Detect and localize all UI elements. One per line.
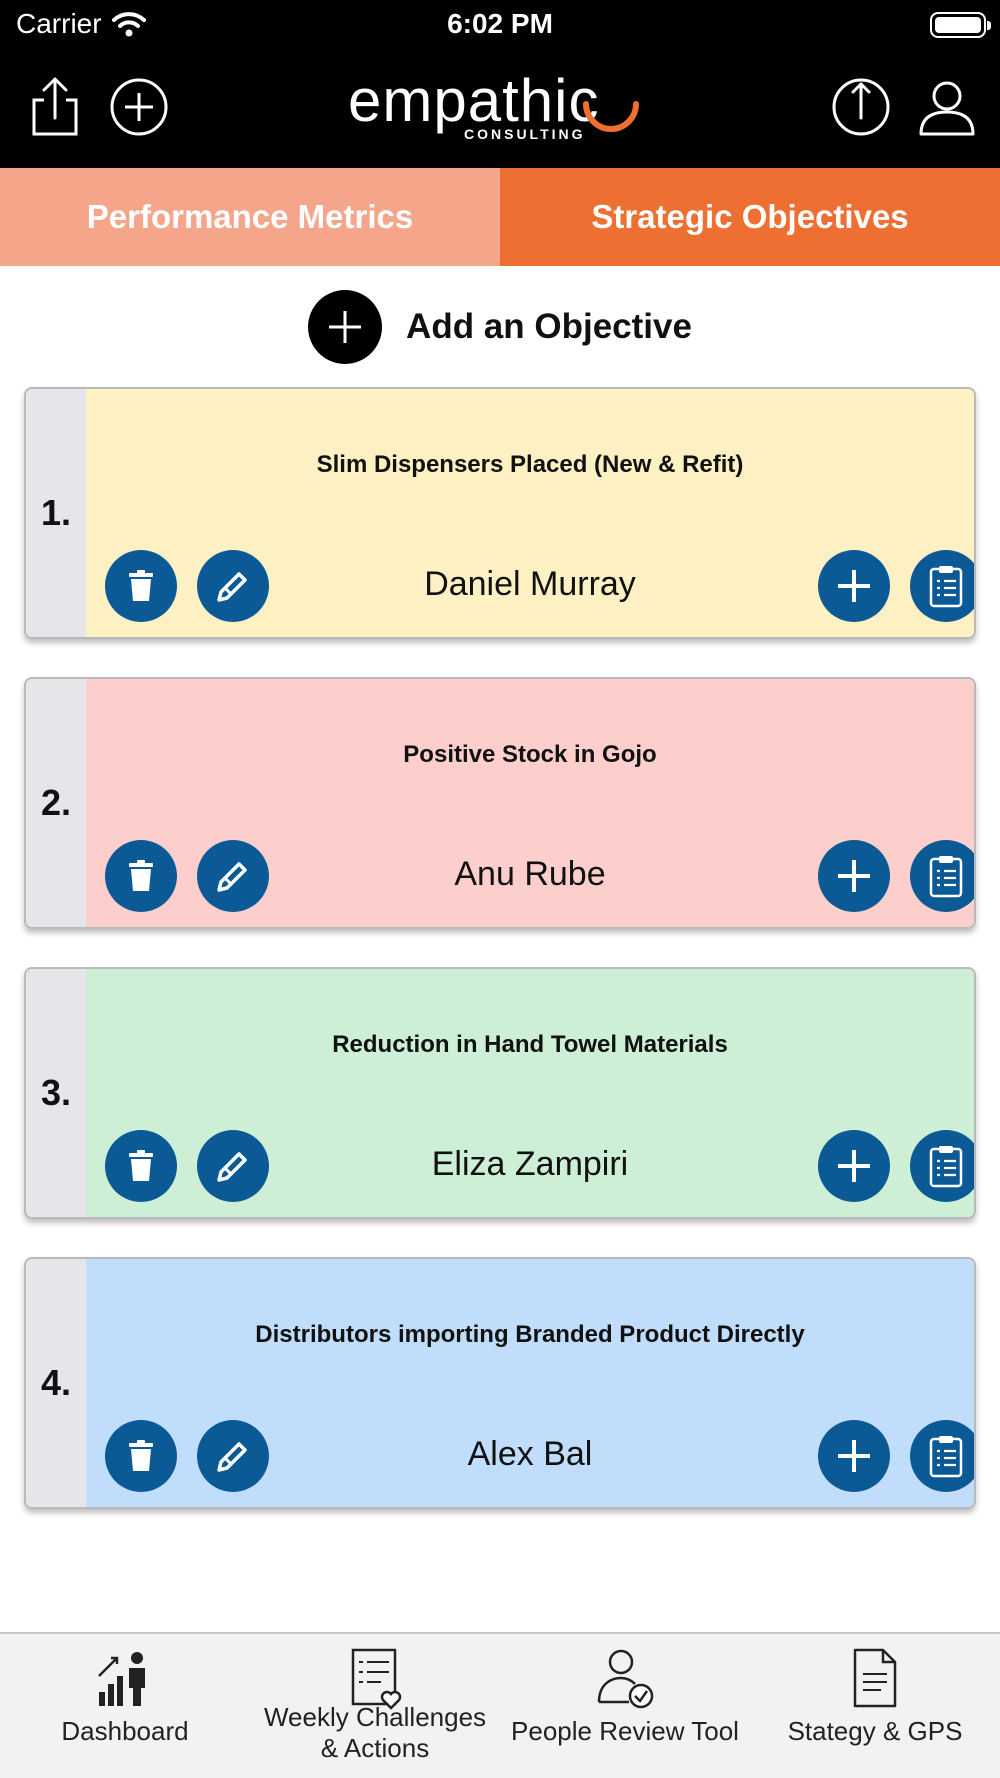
objective-body: Positive Stock in Gojo Anu Rube [86,679,974,927]
smile-icon [583,101,639,132]
add-objective-button[interactable]: Add an Objective [0,290,1000,364]
dashboard-icon [98,1652,145,1706]
status-bar: Carrier 6:02 PM [0,0,1000,50]
clipboard-icon [929,566,963,608]
objective-card: 2. Positive Stock in Gojo Anu Rube [24,677,976,929]
add-action-button[interactable] [818,1130,890,1202]
objective-number: 1. [26,389,86,637]
add-objective-label[interactable]: Add an Objective [406,307,692,347]
plus-circle-icon[interactable] [108,76,170,138]
plus-icon [838,1150,870,1182]
tab-performance-metrics[interactable]: Performance Metrics [0,168,500,266]
tab-label: Weekly Challenges & Actions [263,1702,487,1763]
tab-strategic-objectives[interactable]: Strategic Objectives [500,168,1000,266]
share-icon[interactable] [24,76,86,138]
tab-label: Stategy & GPS [787,1716,963,1746]
person-check-icon [597,1649,654,1709]
add-objective-icon[interactable] [308,290,383,364]
tab-label: People Review Tool [511,1716,739,1746]
objective-card: 1. Slim Dispensers Placed (New & Refit) … [24,387,976,639]
brand-wordmark: empathic [348,67,600,134]
header-bar: Carrier 6:02 PM empathic CONSULTING [0,0,1000,168]
tab-label: Dashboard [61,1716,189,1746]
objective-body: Slim Dispensers Placed (New & Refit) Dan… [86,389,974,637]
objective-body: Distributors importing Branded Product D… [86,1259,974,1507]
objective-card: 4. Distributors importing Branded Produc… [24,1257,976,1509]
brand-logo: empathic CONSULTING [340,66,660,150]
objective-title: Positive Stock in Gojo [403,741,657,768]
objective-title: Reduction in Hand Towel Materials [332,1031,728,1058]
battery-icon [930,12,991,38]
add-action-button[interactable] [818,840,890,912]
objective-card: 3. Reduction in Hand Towel Materials Eli… [24,967,976,1219]
objective-body: Reduction in Hand Towel Materials Eliza … [86,969,974,1217]
objective-title: Distributors importing Branded Product D… [255,1321,805,1348]
clipboard-icon [929,1436,963,1478]
objective-number: 3. [26,969,86,1217]
status-time: 6:02 PM [447,8,553,39]
clipboard-icon [929,856,963,898]
document-icon [853,1648,897,1708]
clipboard-button[interactable] [910,1130,974,1202]
segment-tabs: Performance Metrics Strategic Objectives [0,168,1000,266]
tab-strategy-gps[interactable]: Stategy & GPS [750,1634,1000,1778]
user-icon[interactable] [916,76,978,138]
objective-number: 4. [26,1259,86,1507]
tab-dashboard[interactable]: Dashboard [0,1634,250,1778]
plus-icon [838,1440,870,1472]
upload-icon[interactable] [830,76,892,138]
tab-people-review[interactable]: People Review Tool [500,1634,750,1778]
plus-icon [838,860,870,892]
brand-subtitle: CONSULTING [464,126,586,142]
add-action-button[interactable] [818,550,890,622]
clipboard-button[interactable] [910,550,974,622]
plus-icon [838,570,870,602]
app-screen: Carrier 6:02 PM empathic CONSULTING Perf… [0,0,1000,1778]
objective-title: Slim Dispensers Placed (New & Refit) [316,451,744,478]
bottom-tab-bar: Dashboard Weekly Challenges & Actions Peo… [0,1632,1000,1778]
checklist-heart-icon [351,1648,402,1710]
clipboard-button[interactable] [910,1420,974,1492]
clipboard-icon [929,1146,963,1188]
add-action-button[interactable] [818,1420,890,1492]
tab-weekly-challenges[interactable]: Weekly Challenges & Actions [250,1634,500,1778]
objective-number: 2. [26,679,86,927]
clipboard-button[interactable] [910,840,974,912]
